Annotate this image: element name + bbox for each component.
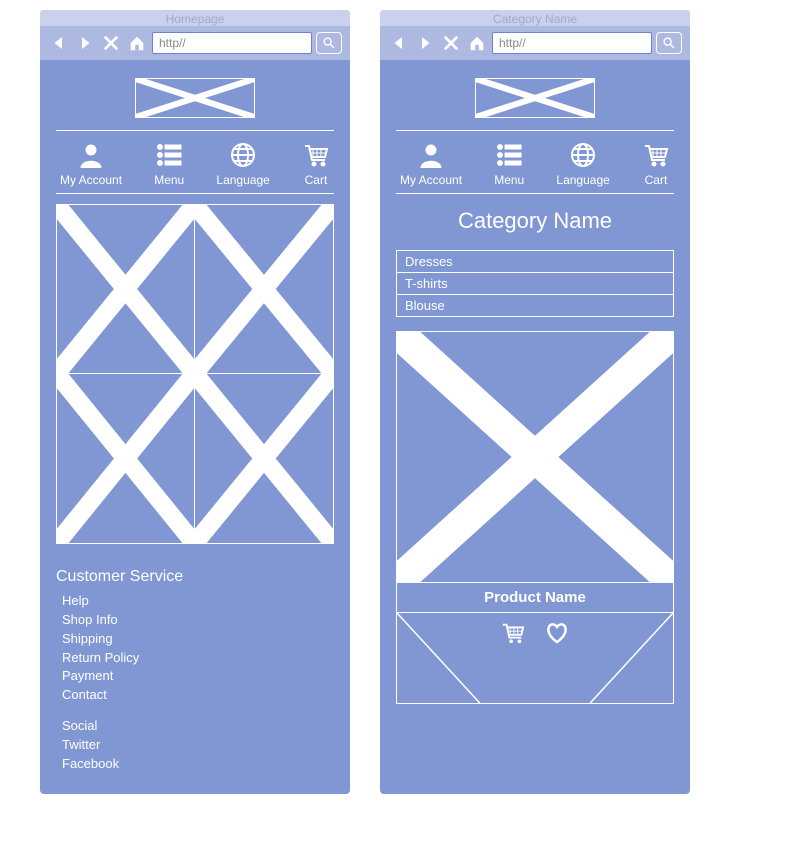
url-text: http//: [159, 36, 186, 50]
menu-icon: [494, 141, 524, 169]
divider: [56, 130, 334, 131]
category-item[interactable]: T-shirts: [397, 272, 673, 294]
nav-label: Cart: [302, 173, 330, 187]
footer-link[interactable]: Shop Info: [62, 611, 334, 630]
footer-link[interactable]: Shipping: [62, 630, 334, 649]
back-button[interactable]: [48, 32, 70, 54]
product-image-placeholder: [397, 332, 673, 582]
menu-icon: [154, 141, 184, 169]
image-placeholder[interactable]: [195, 205, 333, 374]
url-text: http//: [499, 36, 526, 50]
url-input[interactable]: http//: [492, 32, 652, 54]
nav-label: Language: [216, 173, 269, 187]
stop-button[interactable]: [100, 32, 122, 54]
footer-link[interactable]: Social: [62, 717, 334, 736]
home-button[interactable]: [126, 32, 148, 54]
image-placeholder[interactable]: [195, 374, 333, 543]
image-placeholder[interactable]: [57, 374, 195, 543]
user-icon: [400, 141, 462, 169]
image-placeholder[interactable]: [57, 205, 195, 374]
footer-link[interactable]: Help: [62, 592, 334, 611]
globe-icon: [216, 141, 269, 169]
footer-links-1: Help Shop Info Shipping Return Policy Pa…: [56, 592, 334, 705]
browser-toolbar: http//: [40, 26, 350, 60]
language-nav[interactable]: Language: [216, 141, 269, 187]
product-name: Product Name: [397, 582, 673, 613]
nav-label: Cart: [642, 173, 670, 187]
language-nav[interactable]: Language: [556, 141, 609, 187]
cart-icon: [302, 141, 330, 169]
logo-placeholder[interactable]: [135, 78, 255, 118]
footer-link[interactable]: Facebook: [62, 755, 334, 774]
my-account-nav[interactable]: My Account: [400, 141, 462, 187]
footer-link[interactable]: Payment: [62, 667, 334, 686]
homepage-device: Homepage http// My Account Menu: [40, 10, 350, 794]
cart-nav[interactable]: Cart: [642, 141, 670, 187]
nav-label: My Account: [60, 173, 122, 187]
nav-label: Menu: [494, 173, 524, 187]
home-button[interactable]: [466, 32, 488, 54]
logo-placeholder[interactable]: [475, 78, 595, 118]
category-item[interactable]: Dresses: [397, 251, 673, 272]
top-nav: My Account Menu Language Cart: [396, 141, 674, 189]
window-title: Homepage: [40, 10, 350, 26]
divider: [396, 193, 674, 194]
search-button[interactable]: [316, 32, 342, 54]
favorite-icon[interactable]: [544, 621, 570, 645]
product-card[interactable]: Product Name: [396, 331, 674, 704]
divider: [396, 130, 674, 131]
product-actions: [397, 613, 673, 703]
my-account-nav[interactable]: My Account: [60, 141, 122, 187]
footer-link[interactable]: Return Policy: [62, 649, 334, 668]
back-button[interactable]: [388, 32, 410, 54]
nav-label: My Account: [400, 173, 462, 187]
hero-image-grid: [56, 204, 334, 544]
nav-label: Menu: [154, 173, 184, 187]
footer-links-2: Social Twitter Facebook: [56, 717, 334, 774]
category-item[interactable]: Blouse: [397, 294, 673, 316]
customer-service-heading: Customer Service: [56, 568, 334, 586]
menu-nav[interactable]: Menu: [154, 141, 184, 187]
nav-label: Language: [556, 173, 609, 187]
cart-icon: [642, 141, 670, 169]
page-title: Category Name: [396, 208, 674, 234]
top-nav: My Account Menu Language Cart: [56, 141, 334, 189]
divider: [56, 193, 334, 194]
search-button[interactable]: [656, 32, 682, 54]
menu-nav[interactable]: Menu: [494, 141, 524, 187]
footer-link[interactable]: Contact: [62, 686, 334, 705]
browser-toolbar: http//: [380, 26, 690, 60]
globe-icon: [556, 141, 609, 169]
url-input[interactable]: http//: [152, 32, 312, 54]
footer-link[interactable]: Twitter: [62, 736, 334, 755]
window-title: Category Name: [380, 10, 690, 26]
category-device: Category Name http// My Account Menu: [380, 10, 690, 794]
add-to-cart-icon[interactable]: [500, 621, 526, 645]
user-icon: [60, 141, 122, 169]
forward-button[interactable]: [414, 32, 436, 54]
category-list: Dresses T-shirts Blouse: [396, 250, 674, 317]
cart-nav[interactable]: Cart: [302, 141, 330, 187]
forward-button[interactable]: [74, 32, 96, 54]
stop-button[interactable]: [440, 32, 462, 54]
